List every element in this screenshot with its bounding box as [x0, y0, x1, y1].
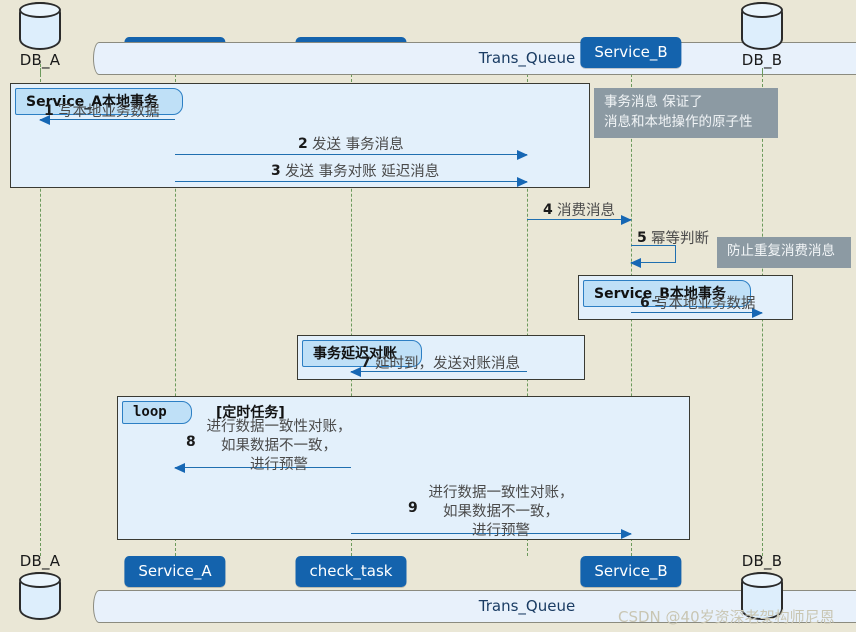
message-label-5: 幂等判断 — [651, 231, 709, 247]
message-number-4: 4 — [543, 202, 553, 218]
message-number-5: 5 — [637, 230, 647, 246]
message-number-1: 1 — [44, 103, 54, 119]
arrowhead-icon — [621, 529, 632, 539]
participant-db-a-bottom[interactable]: DB_A — [14, 551, 66, 620]
arrowhead-icon — [517, 177, 528, 187]
arrowhead-icon — [350, 367, 361, 377]
participant-db-b-top[interactable]: DB_B — [736, 2, 788, 76]
participant-service-a-bottom[interactable]: Service_A — [124, 556, 226, 587]
participant-label: DB_B — [741, 552, 783, 570]
message-label-6: 写本地业务数据 — [654, 296, 756, 312]
message-number-6: 6 — [640, 295, 650, 311]
fragment-label-loop: loop — [122, 401, 192, 424]
message-number-2: 2 — [298, 136, 308, 152]
database-icon — [741, 2, 783, 50]
participant-check-task-bottom[interactable]: check_task — [295, 556, 407, 587]
message-number-8: 8 — [186, 434, 196, 450]
watermark-text: CSDN @40岁资深老架构师尼恩 — [618, 608, 835, 626]
arrowhead-icon — [174, 463, 185, 473]
message-number-3: 3 — [271, 163, 281, 179]
participant-db-a-top[interactable]: DB_A — [14, 2, 66, 76]
message-label-1: 写本地业务数据 — [58, 104, 160, 120]
message-label-3: 发送 事务对账 延迟消息 — [285, 164, 440, 180]
message-label-4: 消费消息 — [557, 203, 615, 219]
note-prevent-duplicate-consumption: 防止重复消费消息 — [717, 237, 851, 268]
participant-label: DB_B — [741, 51, 783, 69]
message-label-7: 延时到，发送对账消息 — [375, 356, 520, 372]
participant-label: DB_A — [19, 51, 61, 69]
message-label-2: 发送 事务消息 — [312, 137, 404, 153]
lifeline-stub — [40, 68, 41, 76]
message-label-8: 进行数据一致性对账， 如果数据不一致， 进行预警 — [206, 419, 352, 474]
message-number-7: 7 — [361, 355, 371, 371]
arrowhead-icon — [630, 258, 641, 268]
database-icon — [19, 2, 61, 50]
participant-service-b-top[interactable]: Service_B — [580, 37, 682, 68]
message-number-9: 9 — [408, 500, 418, 516]
sequence-diagram-canvas: DB_A Service_A check_task Trans_Queue Se… — [0, 0, 856, 632]
participant-service-b-bottom[interactable]: Service_B — [580, 556, 682, 587]
arrowhead-icon — [517, 150, 528, 160]
arrowhead-icon — [621, 215, 632, 225]
database-icon — [19, 572, 61, 620]
message-label-9: 进行数据一致性对账， 如果数据不一致， 进行预警 — [428, 485, 574, 540]
lifeline-stub — [762, 68, 763, 76]
self-message-return-5 — [630, 258, 676, 268]
participant-label: DB_A — [19, 552, 61, 570]
fragment-loop: loop [定时任务] — [117, 396, 690, 540]
note-transaction-atomicity: 事务消息 保证了 消息和本地操作的原子性 — [594, 88, 778, 139]
